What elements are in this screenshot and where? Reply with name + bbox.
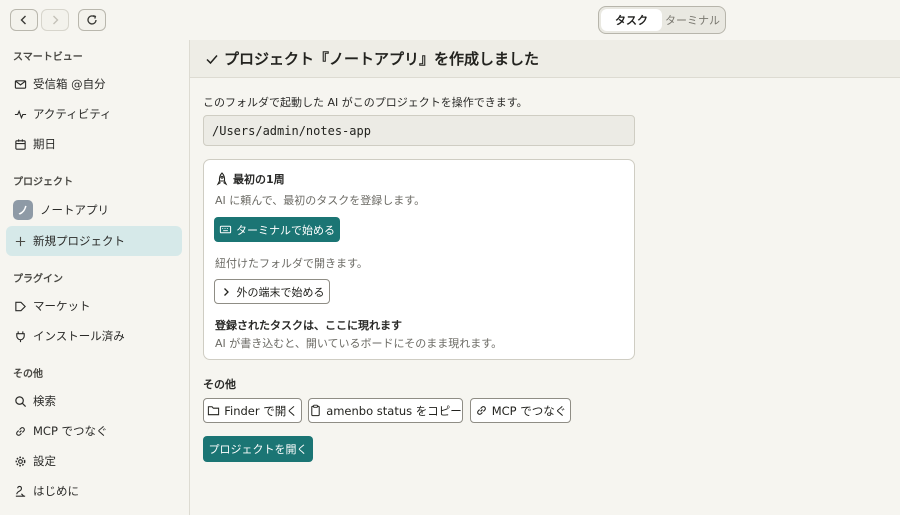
top-bar: タスク ターミナル	[0, 0, 900, 40]
sidebar-item-new-project[interactable]: 新規プロジェクト	[6, 226, 182, 256]
task-appear-heading: 登録されたタスクは、ここに現れます	[215, 319, 402, 332]
start-terminal-label: ターミナルで始める	[236, 223, 335, 237]
copy-status-label: amenbo status をコピー	[326, 403, 462, 418]
sidebar-item-installed[interactable]: インストール済み	[6, 321, 182, 351]
start-terminal-button[interactable]: ターミナルで始める	[214, 217, 340, 242]
chevron-right-icon	[53, 15, 59, 25]
sidebar-item-settings[interactable]: 設定	[6, 446, 182, 476]
sidebar-item-label: インストール済み	[33, 329, 125, 343]
check-icon	[206, 54, 218, 64]
card-subtitle: AI に頼んで、最初のタスクを登録します。	[215, 194, 426, 207]
clipboard-icon	[311, 404, 320, 417]
sidebar-item-search[interactable]: 検索	[6, 386, 182, 416]
tab-task[interactable]: タスク	[601, 9, 662, 31]
sidebar-item-market[interactable]: マーケット	[6, 291, 182, 321]
sidebar-item-activity[interactable]: アクティビティ	[6, 99, 182, 129]
path-field[interactable]: /Users/admin/notes-app	[203, 115, 635, 146]
card-title-text: 最初の1周	[233, 173, 285, 186]
other-section-label: その他	[203, 378, 236, 391]
page-title: プロジェクト『ノートアプリ』を作成しました	[224, 50, 540, 68]
sidebar-item-label: ノートアプリ	[40, 203, 109, 217]
back-button[interactable]	[10, 9, 38, 31]
calendar-icon	[13, 137, 27, 151]
project-badge: ノ	[13, 200, 33, 220]
sidebar-item-label: マーケット	[33, 299, 91, 313]
plug-icon	[13, 329, 27, 343]
main-header: プロジェクト『ノートアプリ』を作成しました	[190, 40, 900, 78]
section-other: その他	[13, 369, 43, 380]
sidebar-item-mcp[interactable]: MCP でつなぐ	[6, 416, 182, 446]
sidebar-item-label: 検索	[33, 394, 56, 408]
activity-icon	[13, 107, 27, 121]
connect-mcp-label: MCP でつなぐ	[491, 403, 567, 418]
sidebar-item-label: 設定	[33, 454, 56, 468]
copy-status-button[interactable]: amenbo status をコピー	[308, 398, 463, 423]
task-appear-note: AI が書き込むと、開いているボードにそのまま現れます。	[215, 337, 503, 350]
sidebar-item-label: はじめに	[33, 484, 79, 498]
open-project-button[interactable]: プロジェクトを開く	[203, 436, 313, 462]
card-title: 最初の1周	[215, 171, 285, 187]
tab-terminal[interactable]: ターミナル	[662, 9, 723, 31]
sidebar: スマートビュー 受信箱 @自分 アクティビティ 期日 プロジェクト ノ ノートア…	[0, 40, 190, 515]
sidebar-item-getting-started[interactable]: はじめに	[6, 476, 182, 506]
forward-button[interactable]	[41, 9, 69, 31]
chevron-left-icon	[20, 15, 26, 25]
open-project-label: プロジェクトを開く	[208, 443, 308, 456]
rocket-icon	[216, 172, 228, 186]
sidebar-item-label: MCP でつなぐ	[33, 424, 108, 438]
open-finder-label: Finder で開く	[224, 403, 298, 418]
description-text: このフォルダで起動した AI がこのプロジェクトを操作できます。	[203, 96, 528, 109]
first-lap-card: 最初の1周 AI に頼んで、最初のタスクを登録します。 ターミナルで始める 紐付…	[203, 159, 635, 360]
section-project: プロジェクト	[13, 177, 73, 188]
gear-icon	[13, 454, 27, 468]
mail-icon	[13, 77, 27, 91]
sidebar-item-project[interactable]: ノ ノートアプリ	[6, 195, 182, 225]
chevron-right-icon	[223, 287, 229, 296]
mode-switch: タスク ターミナル	[598, 6, 726, 34]
search-icon	[13, 394, 27, 408]
section-smart-view: スマートビュー	[13, 52, 83, 63]
sidebar-item-label: 受信箱 @自分	[33, 77, 106, 91]
plus-icon	[13, 234, 27, 248]
start-external-label: 外の端末で始める	[236, 285, 325, 299]
sidebar-item-inbox[interactable]: 受信箱 @自分	[6, 69, 182, 99]
tag-icon	[13, 299, 27, 313]
keyboard-icon	[219, 225, 232, 234]
sign-icon	[13, 484, 27, 498]
sidebar-item-due[interactable]: 期日	[6, 129, 182, 159]
sidebar-item-label: アクティビティ	[33, 107, 112, 121]
sidebar-item-label: 期日	[33, 137, 56, 151]
reload-button[interactable]	[78, 9, 106, 31]
linked-folder-note: 紐付けたフォルダで開きます。	[215, 257, 368, 270]
reload-icon	[87, 14, 97, 25]
connect-mcp-button[interactable]: MCP でつなぐ	[470, 398, 571, 423]
folder-icon	[208, 406, 220, 416]
open-finder-button[interactable]: Finder で開く	[203, 398, 302, 423]
link-icon	[13, 424, 27, 438]
sidebar-item-label: 新規プロジェクト	[33, 234, 125, 248]
section-plugin: プラグイン	[13, 274, 63, 285]
start-external-button[interactable]: 外の端末で始める	[214, 279, 330, 304]
link-icon	[476, 406, 486, 415]
